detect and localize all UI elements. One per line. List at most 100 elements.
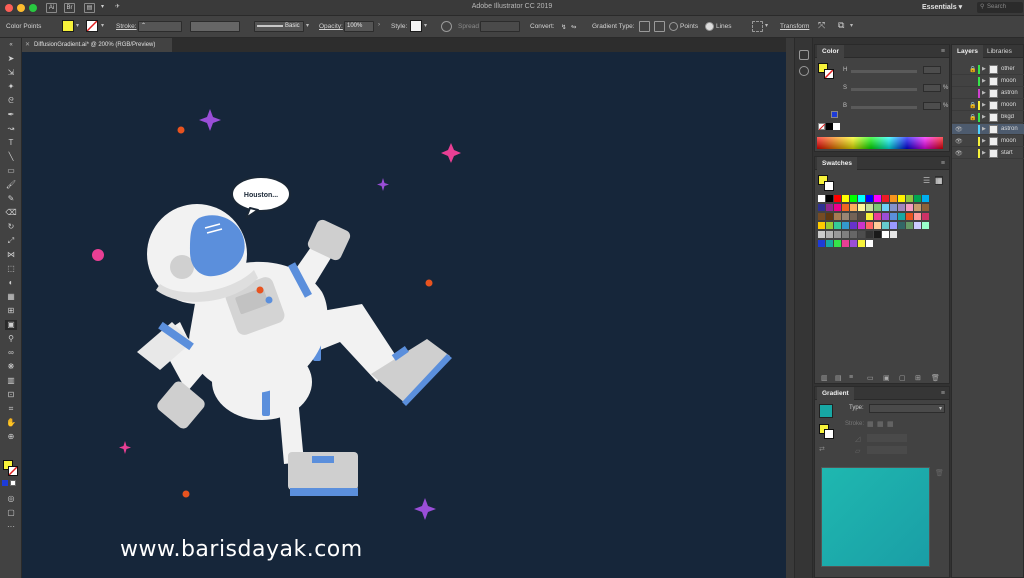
swatch[interactable] [850,204,857,211]
swatch[interactable] [850,240,857,247]
swatch[interactable] [834,204,841,211]
magic-wand-tool-icon[interactable]: ✦ [5,82,17,92]
variable-width-profile[interactable] [190,21,240,32]
swatch[interactable] [850,231,857,238]
properties-icon[interactable] [799,50,809,60]
swatch[interactable] [890,231,897,238]
opacity-field[interactable]: 100% [344,21,374,32]
new-swatch-icon[interactable]: ▣ [883,374,890,382]
swatch[interactable] [866,222,873,229]
screen-mode-icon[interactable]: ▢ [5,508,17,518]
swatch[interactable] [906,195,913,202]
workspace-switcher[interactable]: Essentials ▾ [922,3,962,11]
lock-icon[interactable]: 🔒 [969,102,976,109]
layer-name[interactable]: astron [1001,90,1024,96]
list-view-icon[interactable]: ☰ [923,176,930,185]
swatch[interactable] [842,231,849,238]
stroke-across-icon[interactable]: ▦ [887,420,894,428]
swatch[interactable] [850,195,857,202]
blend-tool-icon[interactable]: ∞ [5,348,17,358]
delete-swatch-icon[interactable]: 🗑 [931,374,940,382]
swatch[interactable] [842,222,849,229]
eye-icon[interactable]: 👁 [955,126,963,133]
expand-triangle-icon[interactable]: ▶ [982,114,986,120]
swatch[interactable] [866,204,873,211]
stroke-color-box[interactable] [8,466,18,476]
brightness-slider[interactable] [851,106,917,109]
swatch[interactable] [922,222,929,229]
layer-row[interactable]: 🔒 ▶ other [952,64,1024,75]
style-dropdown-icon[interactable]: ▾ [424,22,427,29]
hand-tool-icon[interactable]: ✋ [5,418,17,428]
lock-icon[interactable]: 🔒 [969,66,976,73]
swatch[interactable] [842,213,849,220]
swatch[interactable] [898,222,905,229]
layer-name[interactable]: astron [1001,126,1024,132]
swatch[interactable] [882,231,889,238]
swatch[interactable] [842,204,849,211]
swatch[interactable] [866,231,873,238]
convert-smooth-icon[interactable]: ↬ [571,23,576,31]
reverse-gradient-icon[interactable]: ⇄ [819,445,825,453]
stroke-label[interactable]: Stroke: [116,23,137,30]
hue-slider[interactable] [851,70,917,73]
swatch[interactable] [858,213,865,220]
layer-row[interactable]: 👁 ▶ moon [952,136,1024,147]
swatch[interactable] [826,222,833,229]
swatch[interactable] [874,195,881,202]
radial-gradient-icon[interactable] [654,21,665,32]
swatch[interactable] [914,204,921,211]
swatch[interactable] [826,240,833,247]
expand-triangle-icon[interactable]: ▶ [982,102,986,108]
swatch[interactable] [882,204,889,211]
brush-definition-dropdown[interactable]: Basic [254,21,304,32]
black-swatch[interactable] [826,123,833,130]
free-transform-tool-icon[interactable]: ⬚ [5,264,17,274]
gradient-tool-icon[interactable]: ▣ [5,320,17,330]
lasso-tool-icon[interactable]: ᘓ [5,96,17,106]
symbol-sprayer-tool-icon[interactable]: ❋ [5,362,17,372]
swatch[interactable] [834,222,841,229]
swatch[interactable] [850,213,857,220]
stroke-weight-field[interactable]: ⌃ [138,21,182,32]
fill-swatch[interactable] [62,20,74,32]
paintbrush-tool-icon[interactable]: 🖌 [5,180,17,190]
swatch[interactable] [818,240,825,247]
none-color-swatch[interactable] [818,123,826,131]
expand-triangle-icon[interactable]: ▶ [982,66,986,72]
gradient-mode-icon[interactable] [10,480,16,486]
arrange-dropdown-icon[interactable]: ▾ [850,22,853,29]
swatch[interactable] [826,231,833,238]
rectangle-tool-icon[interactable]: ▭ [5,166,17,176]
linear-gradient-icon[interactable] [639,21,650,32]
swatch[interactable] [818,222,825,229]
fill-dropdown-icon[interactable]: ▾ [76,22,79,29]
swatch[interactable] [874,213,881,220]
layer-name[interactable]: moon [1001,138,1024,144]
line-tool-icon[interactable]: ╲ [5,152,17,162]
swatch[interactable] [906,204,913,211]
swatch[interactable] [858,222,865,229]
color-stroke-box[interactable] [824,69,834,79]
shaper-tool-icon[interactable]: ✎ [5,194,17,204]
expand-triangle-icon[interactable]: ▶ [982,90,986,96]
swatch[interactable] [922,204,929,211]
brush-dropdown-icon[interactable]: ▾ [306,22,309,29]
swatch[interactable] [890,222,897,229]
layer-row[interactable]: 👁 ▶ start [952,148,1024,159]
eyedropper-tool-icon[interactable]: ⚲ [5,334,17,344]
swatch[interactable] [890,195,897,202]
layer-name[interactable]: start [1001,150,1024,156]
layer-row[interactable]: 🔒 ▶ moon [952,100,1024,111]
swatch[interactable] [834,213,841,220]
curvature-tool-icon[interactable]: ↝ [5,124,17,134]
swatch[interactable] [898,204,905,211]
color-spectrum-bar[interactable] [817,137,943,149]
swatch[interactable] [858,195,865,202]
search-input[interactable]: ⚲ Search [977,2,1023,13]
edit-toolbar-icon[interactable]: ··· [5,522,17,532]
color-panel-tab[interactable]: Color [817,45,844,58]
color-mode-icon[interactable] [2,480,8,486]
artboard-canvas[interactable]: Houston... www.barisdayak.com [22,52,786,578]
artboard-tool-icon[interactable]: ⊡ [5,390,17,400]
